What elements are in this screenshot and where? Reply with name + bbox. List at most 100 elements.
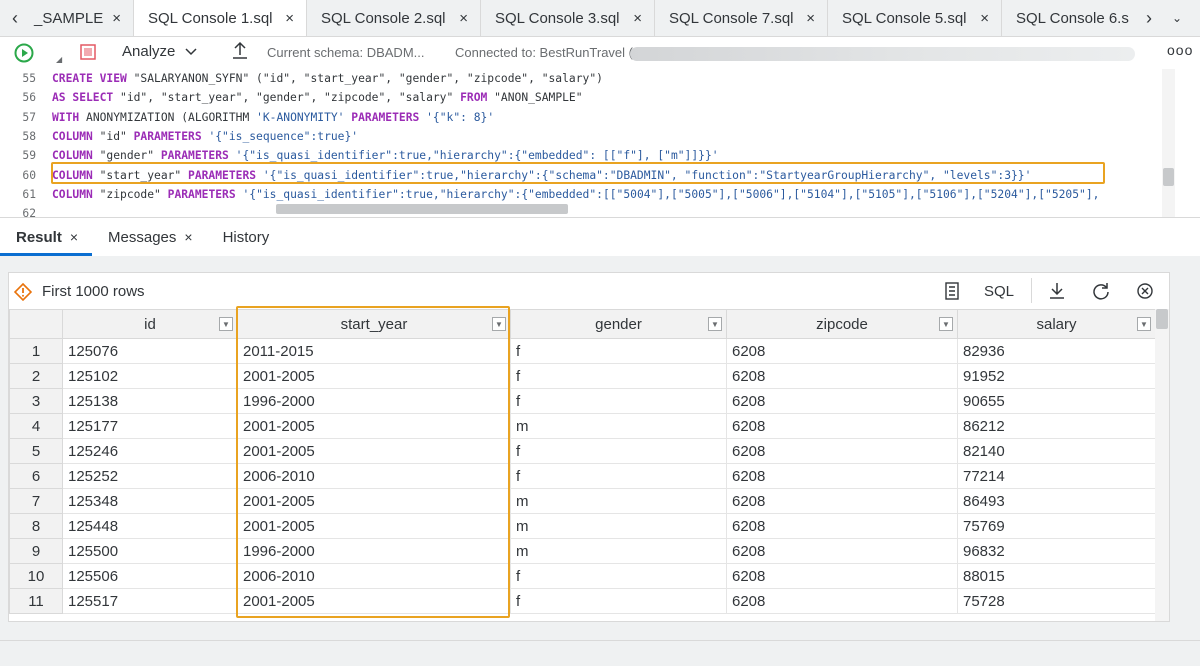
row-number[interactable]: 11 [9, 588, 63, 614]
row-number[interactable]: 7 [9, 488, 63, 514]
code-line[interactable]: 60 COLUMN "start_year" PARAMETERS '{"is_q… [0, 166, 1175, 185]
table-row[interactable]: 5 125246 2001-2005 f 6208 82140 [9, 438, 1156, 464]
stop-icon[interactable] [80, 44, 96, 60]
table-cell[interactable]: 90655 [957, 388, 1156, 414]
row-number[interactable]: 10 [9, 563, 63, 589]
table-cell[interactable]: f [510, 388, 727, 414]
row-number[interactable]: 2 [9, 363, 63, 389]
table-cell[interactable]: 86493 [957, 488, 1156, 514]
code-line[interactable]: 59 COLUMN "gender" PARAMETERS '{"is_quasi… [0, 146, 1175, 165]
table-cell[interactable]: m [510, 513, 727, 539]
row-number[interactable]: 3 [9, 388, 63, 414]
table-cell[interactable]: 6208 [726, 463, 958, 489]
table-cell[interactable]: f [510, 563, 727, 589]
table-row[interactable]: 4 125177 2001-2005 m 6208 86212 [9, 413, 1156, 439]
table-cell[interactable]: 1996-2000 [237, 388, 511, 414]
show-sql-button[interactable]: SQL [984, 281, 1014, 301]
table-row[interactable]: 2 125102 2001-2005 f 6208 91952 [9, 363, 1156, 389]
table-cell[interactable]: 2001-2005 [237, 588, 511, 614]
tab-console-4[interactable]: SQL Console 7.sql × [655, 0, 828, 36]
table-cell[interactable]: 6208 [726, 588, 958, 614]
code-line[interactable]: 62 [0, 204, 1175, 217]
row-number[interactable]: 8 [9, 513, 63, 539]
refresh-icon[interactable] [1091, 281, 1111, 301]
table-cell[interactable]: m [510, 488, 727, 514]
current-schema-label[interactable]: Current schema: DBADM... [267, 45, 425, 60]
table-cell[interactable]: 125252 [62, 463, 238, 489]
chevron-down-icon[interactable]: ⌄ [1172, 11, 1182, 25]
table-cell[interactable]: 125177 [62, 413, 238, 439]
table-row[interactable]: 9 125500 1996-2000 m 6208 96832 [9, 538, 1156, 564]
filter-icon[interactable]: ▼ [939, 317, 953, 331]
sql-editor[interactable]: 55 CREATE VIEW "SALARYANON_SYFN" ("id", "… [0, 69, 1175, 217]
table-row[interactable]: 3 125138 1996-2000 f 6208 90655 [9, 388, 1156, 414]
table-cell[interactable]: m [510, 538, 727, 564]
row-number[interactable]: 5 [9, 438, 63, 464]
analyze-dropdown[interactable]: Analyze [122, 43, 197, 60]
table-cell[interactable]: f [510, 363, 727, 389]
table-cell[interactable]: 2001-2005 [237, 413, 511, 439]
table-cell[interactable]: 2001-2005 [237, 438, 511, 464]
table-cell[interactable]: f [510, 588, 727, 614]
column-settings-icon[interactable] [942, 281, 962, 301]
table-cell[interactable]: f [510, 438, 727, 464]
table-cell[interactable]: 6208 [726, 513, 958, 539]
close-icon[interactable]: × [459, 10, 468, 27]
editor-horizontal-scroll-thumb[interactable] [276, 204, 568, 214]
tab-console-0[interactable]: _SAMPLE × [30, 0, 134, 36]
code-line[interactable]: 61 COLUMN "zipcode" PARAMETERS '{"is_quas… [0, 185, 1175, 204]
table-cell[interactable]: 125076 [62, 338, 238, 364]
editor-vertical-scroll-thumb[interactable] [1163, 168, 1174, 186]
close-icon[interactable]: × [70, 229, 78, 245]
code-line[interactable]: 57 WITH ANONYMIZATION (ALGORITHM 'K-ANONY… [0, 108, 1175, 127]
row-number[interactable]: 1 [9, 338, 63, 364]
table-cell[interactable]: 2001-2005 [237, 513, 511, 539]
tab-console-5[interactable]: SQL Console 5.sql × [828, 0, 1002, 36]
filter-icon[interactable]: ▼ [492, 317, 506, 331]
column-header-salary[interactable]: salary ▼ [957, 309, 1156, 339]
overflow-menu-icon[interactable]: ooo [1167, 42, 1193, 58]
table-cell[interactable]: 2006-2010 [237, 463, 511, 489]
table-cell[interactable]: 82936 [957, 338, 1156, 364]
table-cell[interactable]: 6208 [726, 363, 958, 389]
table-cell[interactable]: 125517 [62, 588, 238, 614]
code-line[interactable]: 58 COLUMN "id" PARAMETERS '{"is_sequence"… [0, 127, 1175, 146]
code-line[interactable]: 56 AS SELECT "id", "start_year", "gender"… [0, 88, 1175, 107]
table-cell[interactable]: 82140 [957, 438, 1156, 464]
table-row[interactable]: 10 125506 2006-2010 f 6208 88015 [9, 563, 1156, 589]
table-cell[interactable]: 1996-2000 [237, 538, 511, 564]
column-header-id[interactable]: id ▼ [62, 309, 238, 339]
chevron-left-icon[interactable]: ‹ [0, 0, 30, 36]
row-number[interactable]: 6 [9, 463, 63, 489]
row-number[interactable]: 4 [9, 413, 63, 439]
tab-messages[interactable]: Messages × [92, 218, 207, 256]
run-icon[interactable] [14, 43, 34, 63]
tab-result[interactable]: Result × [0, 218, 93, 256]
tab-console-3[interactable]: SQL Console 3.sql × [481, 0, 655, 36]
table-cell[interactable]: 86212 [957, 413, 1156, 439]
run-options-caret-icon[interactable]: ◢ [56, 55, 62, 64]
table-cell[interactable]: 6208 [726, 563, 958, 589]
editor-vertical-scrollbar[interactable] [1162, 69, 1175, 217]
clear-result-icon[interactable] [1135, 281, 1155, 301]
tab-history[interactable]: History [207, 218, 284, 256]
table-cell[interactable]: 6208 [726, 438, 958, 464]
chevron-right-icon[interactable]: › [1146, 8, 1152, 29]
tab-console-2[interactable]: SQL Console 2.sql × [307, 0, 481, 36]
table-row[interactable]: 6 125252 2006-2010 f 6208 77214 [9, 463, 1156, 489]
column-header-start-year[interactable]: start_year ▼ [237, 309, 511, 339]
table-cell[interactable]: 2006-2010 [237, 563, 511, 589]
table-cell[interactable]: m [510, 413, 727, 439]
table-cell[interactable]: 125102 [62, 363, 238, 389]
table-cell[interactable]: 125246 [62, 438, 238, 464]
grid-vertical-scroll-thumb[interactable] [1156, 309, 1168, 329]
table-cell[interactable]: 6208 [726, 388, 958, 414]
table-cell[interactable]: 125500 [62, 538, 238, 564]
tab-scroll-right[interactable]: › ⌄ [1140, 0, 1200, 36]
close-icon[interactable]: × [285, 10, 294, 27]
column-header-gender[interactable]: gender ▼ [510, 309, 727, 339]
filter-icon[interactable]: ▼ [708, 317, 722, 331]
grid-vertical-scrollbar[interactable] [1155, 309, 1169, 621]
tab-console-1[interactable]: SQL Console 1.sql × [134, 0, 307, 36]
table-cell[interactable]: 6208 [726, 338, 958, 364]
